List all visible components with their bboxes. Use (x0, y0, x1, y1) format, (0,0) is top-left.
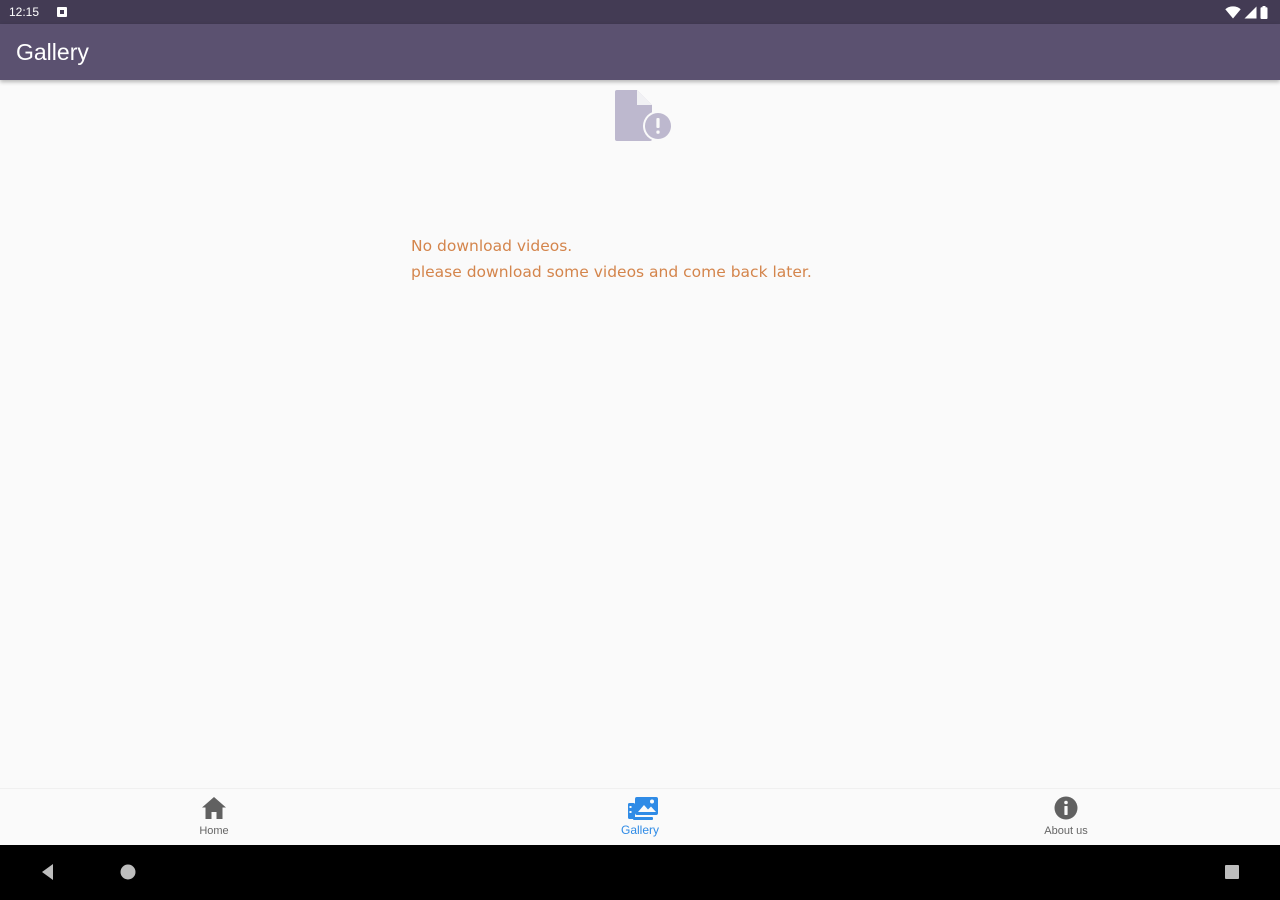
status-time: 12:15 (9, 5, 40, 19)
nav-item-home[interactable]: Home (154, 789, 274, 845)
nav-label-about: About us (1044, 825, 1088, 837)
home-circle-icon (120, 864, 136, 880)
page-title: Gallery (16, 39, 89, 65)
app-bar: Gallery (0, 24, 1280, 80)
system-navigation-bar (0, 845, 1280, 900)
empty-message: No download videos. please download some… (411, 233, 812, 285)
empty-message-line1: No download videos. (411, 237, 573, 255)
app-screen: 12:15 Gallery No download videos. please… (0, 0, 1280, 900)
battery-icon (1260, 5, 1268, 19)
signal-icon (1244, 6, 1257, 18)
bottom-navigation: Home Gallery About us (0, 788, 1280, 845)
back-icon (42, 864, 53, 880)
status-icons (1225, 5, 1268, 19)
empty-state: No download videos. please download some… (0, 80, 1280, 788)
empty-message-line2: please download some videos and come bac… (411, 263, 812, 281)
nav-label-gallery: Gallery (620, 823, 659, 837)
nav-item-about[interactable]: About us (1006, 789, 1126, 845)
gallery-icon (628, 797, 658, 820)
notification-icon (57, 7, 67, 17)
recents-icon (1225, 865, 1239, 879)
nav-label-home: Home (199, 825, 229, 837)
info-icon (1054, 796, 1078, 820)
home-icon (202, 797, 226, 819)
system-recents-button[interactable] (1208, 845, 1256, 900)
nav-item-gallery[interactable]: Gallery (580, 789, 700, 845)
wifi-icon (1225, 5, 1241, 19)
file-alert-icon (615, 90, 673, 141)
system-back-button[interactable] (25, 845, 73, 900)
system-home-button[interactable] (104, 845, 152, 900)
status-bar: 12:15 (0, 0, 1280, 24)
